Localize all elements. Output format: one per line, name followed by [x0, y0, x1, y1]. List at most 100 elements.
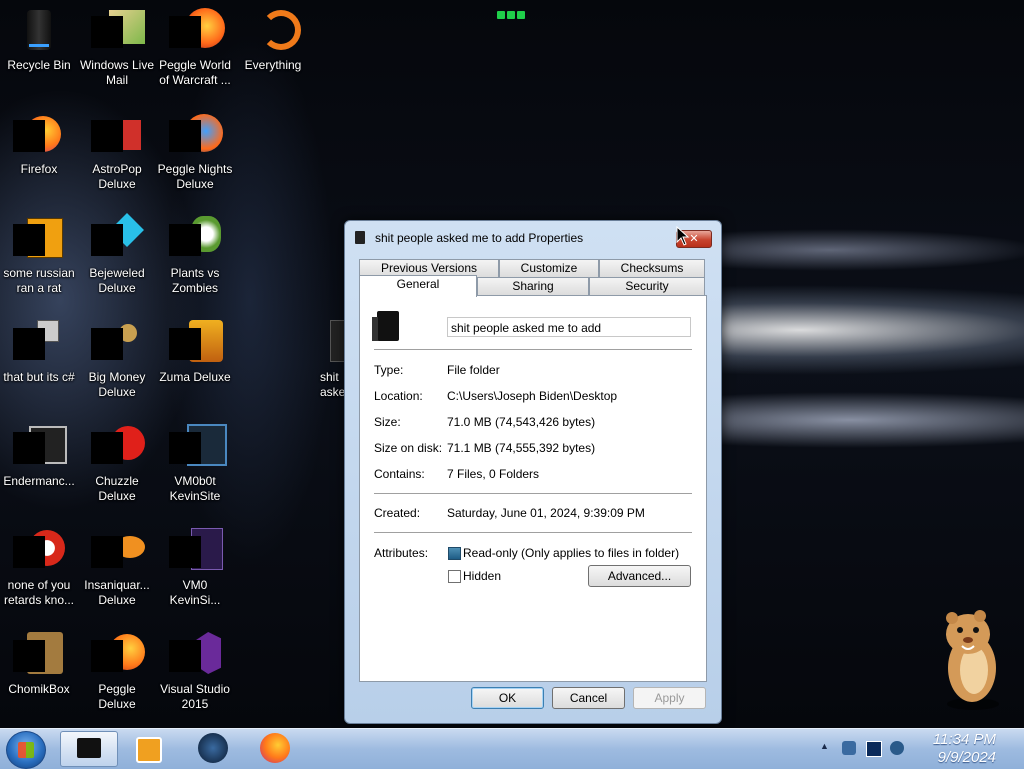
desktop-icon-bejeweled[interactable]: Bejeweled Deluxe	[78, 208, 156, 306]
taskbar-explorer-window[interactable]	[60, 731, 118, 767]
cancel-button[interactable]: Cancel	[552, 687, 625, 709]
icon-label: Visual Studio 2015	[160, 682, 230, 711]
window-stack-icon	[13, 318, 63, 366]
desktop-icon-some-russian-ran-a-rat[interactable]: some russian ran a rat	[0, 208, 78, 306]
icon-label: Big Money Deluxe	[88, 370, 146, 399]
advanced-button[interactable]: Advanced...	[588, 565, 691, 587]
start-button[interactable]	[6, 731, 46, 769]
hidden-checkbox[interactable]	[448, 570, 461, 583]
desktop-icon-none-of-you[interactable]: none of you retards kno...	[0, 520, 78, 618]
desktop-icon-vm0b0t-kevinsite[interactable]: VM0b0t KevinSite	[156, 416, 234, 514]
desktop-icon-that-but-its-csharp[interactable]: that but its c#	[0, 312, 78, 410]
tab-security[interactable]: Security	[589, 277, 705, 295]
desktop-icon-visual-studio-2015[interactable]: Visual Studio 2015	[156, 624, 234, 722]
astropop-icon	[91, 110, 141, 158]
created-label: Created:	[374, 506, 421, 520]
hamster-desktop-buddy[interactable]	[938, 606, 1008, 712]
created-value: Saturday, June 01, 2024, 9:39:09 PM	[447, 506, 645, 520]
icon-label: that but its c#	[3, 370, 75, 384]
mail-icon	[91, 6, 145, 54]
desktop-icon-shit-people-asked-folder[interactable]: shit aske	[308, 312, 348, 410]
tab-checksums[interactable]: Checksums	[599, 259, 705, 277]
ok-button[interactable]: OK	[471, 687, 544, 709]
type-label: Type:	[374, 363, 404, 377]
folder-icon	[372, 311, 399, 341]
icon-label: Peggle Deluxe	[98, 682, 136, 711]
icon-label: shit aske	[320, 370, 346, 399]
desktop-icon-zuma[interactable]: Zuma Deluxe	[156, 312, 234, 410]
icon-label: VM0 KevinSi...	[169, 578, 221, 607]
desktop-icon-plants-vs-zombies[interactable]: Plants vs Zombies	[156, 208, 234, 306]
volume-icon[interactable]	[890, 741, 904, 755]
icon-label: Windows Live Mail	[79, 58, 155, 87]
wallpaper-accent	[497, 6, 527, 19]
desktop-icon-endermanch[interactable]: Endermanc...	[0, 416, 78, 514]
desktop-icon-vm0-kevinsite[interactable]: VM0 KevinSi...	[156, 520, 234, 618]
tab-customize[interactable]: Customize	[499, 259, 599, 277]
system-clock[interactable]: 11:34 PM 9/9/2024	[933, 731, 996, 767]
properties-dialog: shit people asked me to add Properties ✕…	[344, 220, 722, 724]
chuzzle-icon	[91, 422, 145, 470]
taskbar-dark-app[interactable]	[184, 731, 240, 765]
taskbar-media-player[interactable]	[120, 731, 176, 765]
icon-label: Insaniquar... Deluxe	[84, 578, 150, 607]
desktop-icon-chomikbox[interactable]: ChomikBox	[0, 624, 78, 722]
separator	[374, 349, 692, 350]
chrome-like-icon	[13, 526, 65, 574]
icon-label: VM0b0t KevinSite	[169, 474, 221, 503]
icon-label: Peggle World of Warcraft ...	[159, 58, 231, 87]
firefox-icon	[13, 110, 63, 158]
icon-label: ChomikBox	[8, 682, 70, 696]
peggle-icon	[91, 630, 145, 678]
desktop-icon-everything[interactable]: Everything	[234, 0, 312, 98]
icon-label: Peggle Nights Deluxe	[157, 162, 233, 191]
hidden-label[interactable]: Hidden	[463, 569, 501, 583]
desktop-icon-peggle-world-of-warcraft[interactable]: Peggle World of Warcraft ...	[156, 0, 234, 98]
icon-label: none of you retards kno...	[3, 578, 75, 607]
peggle-nights-icon	[169, 110, 223, 158]
peggle-wow-icon	[169, 6, 225, 54]
icon-label: Plants vs Zombies	[170, 266, 220, 295]
tab-general[interactable]: General	[359, 275, 477, 297]
readonly-label[interactable]: Read-only (Only applies to files in fold…	[463, 546, 679, 560]
desktop-icon-firefox[interactable]: Firefox	[0, 104, 78, 202]
document-icon	[169, 526, 223, 574]
visual-studio-icon	[169, 630, 221, 678]
flower-icon	[169, 214, 221, 262]
show-hidden-icons-arrow[interactable]: ▲	[820, 741, 829, 751]
network-icon[interactable]	[842, 741, 856, 755]
tab-sharing[interactable]: Sharing	[477, 277, 589, 295]
desktop-icon-astropop[interactable]: AstroPop Deluxe	[78, 104, 156, 202]
contains-label: Contains:	[374, 467, 425, 481]
desktop-icon-insaniquarium[interactable]: Insaniquar... Deluxe	[78, 520, 156, 618]
zuma-icon	[169, 318, 223, 366]
contains-value: 7 Files, 0 Folders	[447, 467, 540, 481]
media-player-icon	[136, 737, 162, 763]
dialog-titlebar[interactable]: shit people asked me to add Properties ✕	[345, 221, 721, 251]
taskbar: ▲ 11:34 PM 9/9/2024	[0, 728, 1024, 769]
attributes-label: Attributes:	[374, 546, 429, 560]
apply-button[interactable]: Apply	[633, 687, 706, 709]
recycle-bin-icon	[15, 6, 63, 54]
readonly-checkbox[interactable]	[448, 547, 461, 560]
location-value: C:\Users\Joseph Biden\Desktop	[447, 389, 618, 403]
icon-label: Everything	[244, 58, 302, 72]
java-app-icon	[13, 214, 63, 262]
desktop-icon-peggle-deluxe[interactable]: Peggle Deluxe	[78, 624, 156, 722]
display-icon[interactable]	[866, 741, 882, 757]
firefox-icon	[260, 733, 290, 763]
desktop-icon-big-money[interactable]: Big Money Deluxe	[78, 312, 156, 410]
folder-name-input[interactable]: shit people asked me to add	[447, 317, 691, 337]
icon-label: Firefox	[20, 162, 58, 176]
desktop-icon-chuzzle[interactable]: Chuzzle Deluxe	[78, 416, 156, 514]
size-label: Size:	[374, 415, 401, 429]
desktop-icon-recycle-bin[interactable]: Recycle Bin	[0, 0, 78, 98]
desktop-icon-peggle-nights[interactable]: Peggle Nights Deluxe	[156, 104, 234, 202]
size-on-disk-value: 71.1 MB (74,555,392 bytes)	[447, 441, 596, 455]
folder-icon	[355, 231, 365, 244]
type-value: File folder	[447, 363, 500, 377]
desktop-icon-windows-live-mail[interactable]: Windows Live Mail	[78, 0, 156, 98]
icon-label: AstroPop Deluxe	[92, 162, 142, 191]
taskbar-firefox[interactable]	[246, 731, 302, 765]
general-tab-panel: shit people asked me to add Type: File f…	[359, 295, 707, 682]
